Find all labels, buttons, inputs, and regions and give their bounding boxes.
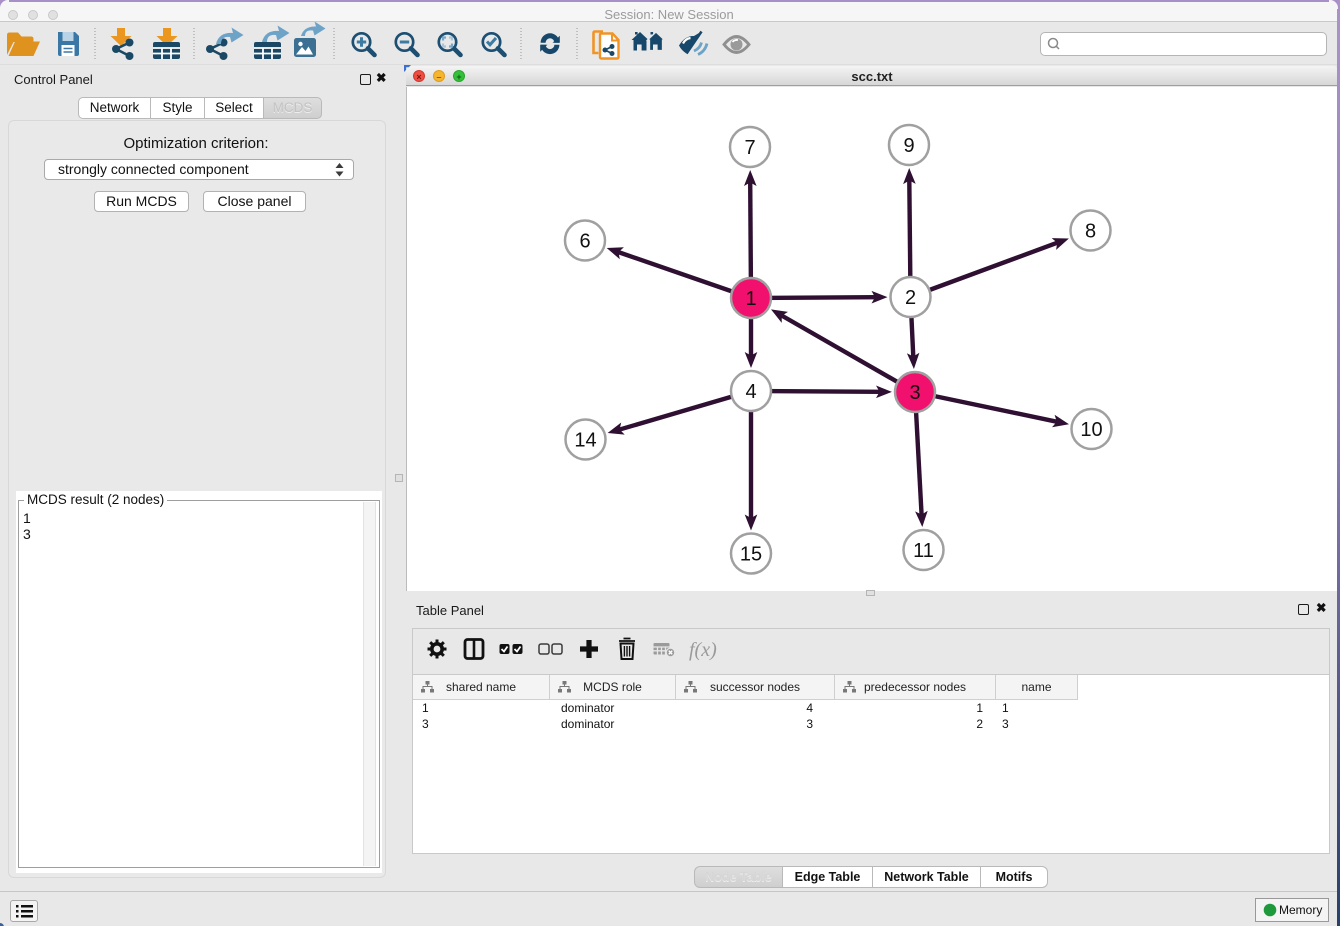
svg-text:6: 6 — [579, 231, 590, 253]
svg-text:9: 9 — [903, 135, 914, 157]
svg-text:15: 15 — [740, 544, 762, 566]
svg-text:1: 1 — [745, 288, 756, 310]
svg-text:10: 10 — [1080, 419, 1102, 441]
svg-text:7: 7 — [744, 137, 755, 159]
svg-text:4: 4 — [745, 381, 756, 403]
svg-text:14: 14 — [574, 430, 596, 452]
svg-text:2: 2 — [905, 287, 916, 309]
svg-text:11: 11 — [913, 540, 934, 562]
svg-text:3: 3 — [909, 382, 920, 404]
svg-text:f(x): f(x) — [689, 639, 717, 661]
svg-text:8: 8 — [1085, 221, 1096, 243]
